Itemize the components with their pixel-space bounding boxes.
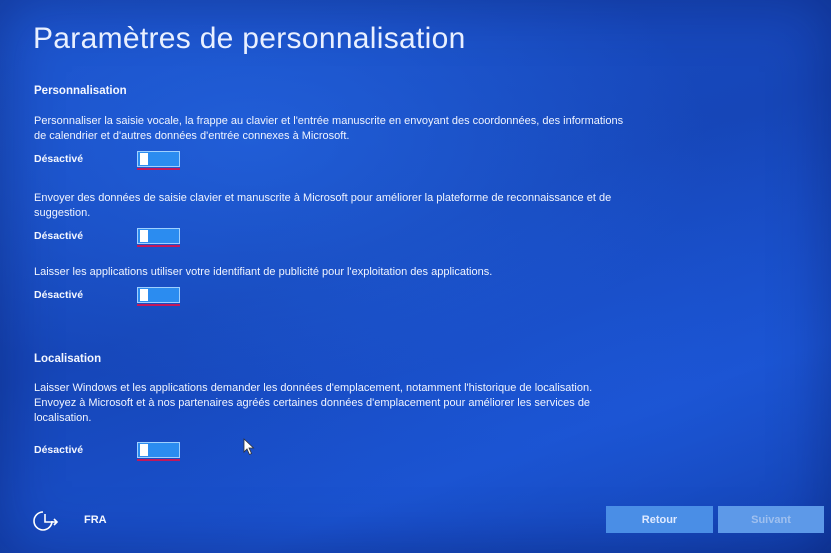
setting-description-handwriting-data: Envoyer des données de saisie clavier et… [34, 192, 612, 219]
toggle-knob [140, 153, 148, 165]
setting-description-location: Laisser Windows et les applications dema… [34, 382, 593, 424]
toggle-location[interactable] [137, 442, 180, 461]
toggle-focus-underline [137, 168, 180, 170]
mouse-pointer-icon [243, 438, 255, 456]
toggle-knob [140, 230, 148, 242]
setting-description-advertising-id: Laisser les applications utiliser votre … [34, 266, 493, 278]
toggle-handwriting-data[interactable] [137, 228, 180, 247]
toggle-focus-underline [137, 245, 180, 247]
section-heading-personalization: Personnalisation [34, 85, 127, 97]
language-indicator[interactable]: FRA [84, 514, 107, 526]
setting-state-handwriting-data: Désactivé [34, 230, 84, 242]
setting-state-location: Désactivé [34, 444, 84, 456]
toggle-focus-underline [137, 459, 180, 461]
page-title: Paramètres de personnalisation [33, 22, 466, 55]
toggle-voice-typing[interactable] [137, 151, 180, 170]
toggle-knob [140, 444, 148, 456]
toggle-knob [140, 289, 148, 301]
next-button[interactable]: Suivant [718, 506, 824, 533]
toggle-focus-underline [137, 304, 180, 306]
setting-state-advertising-id: Désactivé [34, 289, 84, 301]
setting-description-voice-typing: Personnaliser la saisie vocale, la frapp… [34, 115, 624, 142]
back-button[interactable]: Retour [606, 506, 713, 533]
toggle-advertising-id[interactable] [137, 287, 180, 306]
ease-of-access-icon[interactable] [32, 509, 60, 533]
section-heading-location: Localisation [34, 353, 102, 365]
setting-state-voice-typing: Désactivé [34, 153, 84, 165]
